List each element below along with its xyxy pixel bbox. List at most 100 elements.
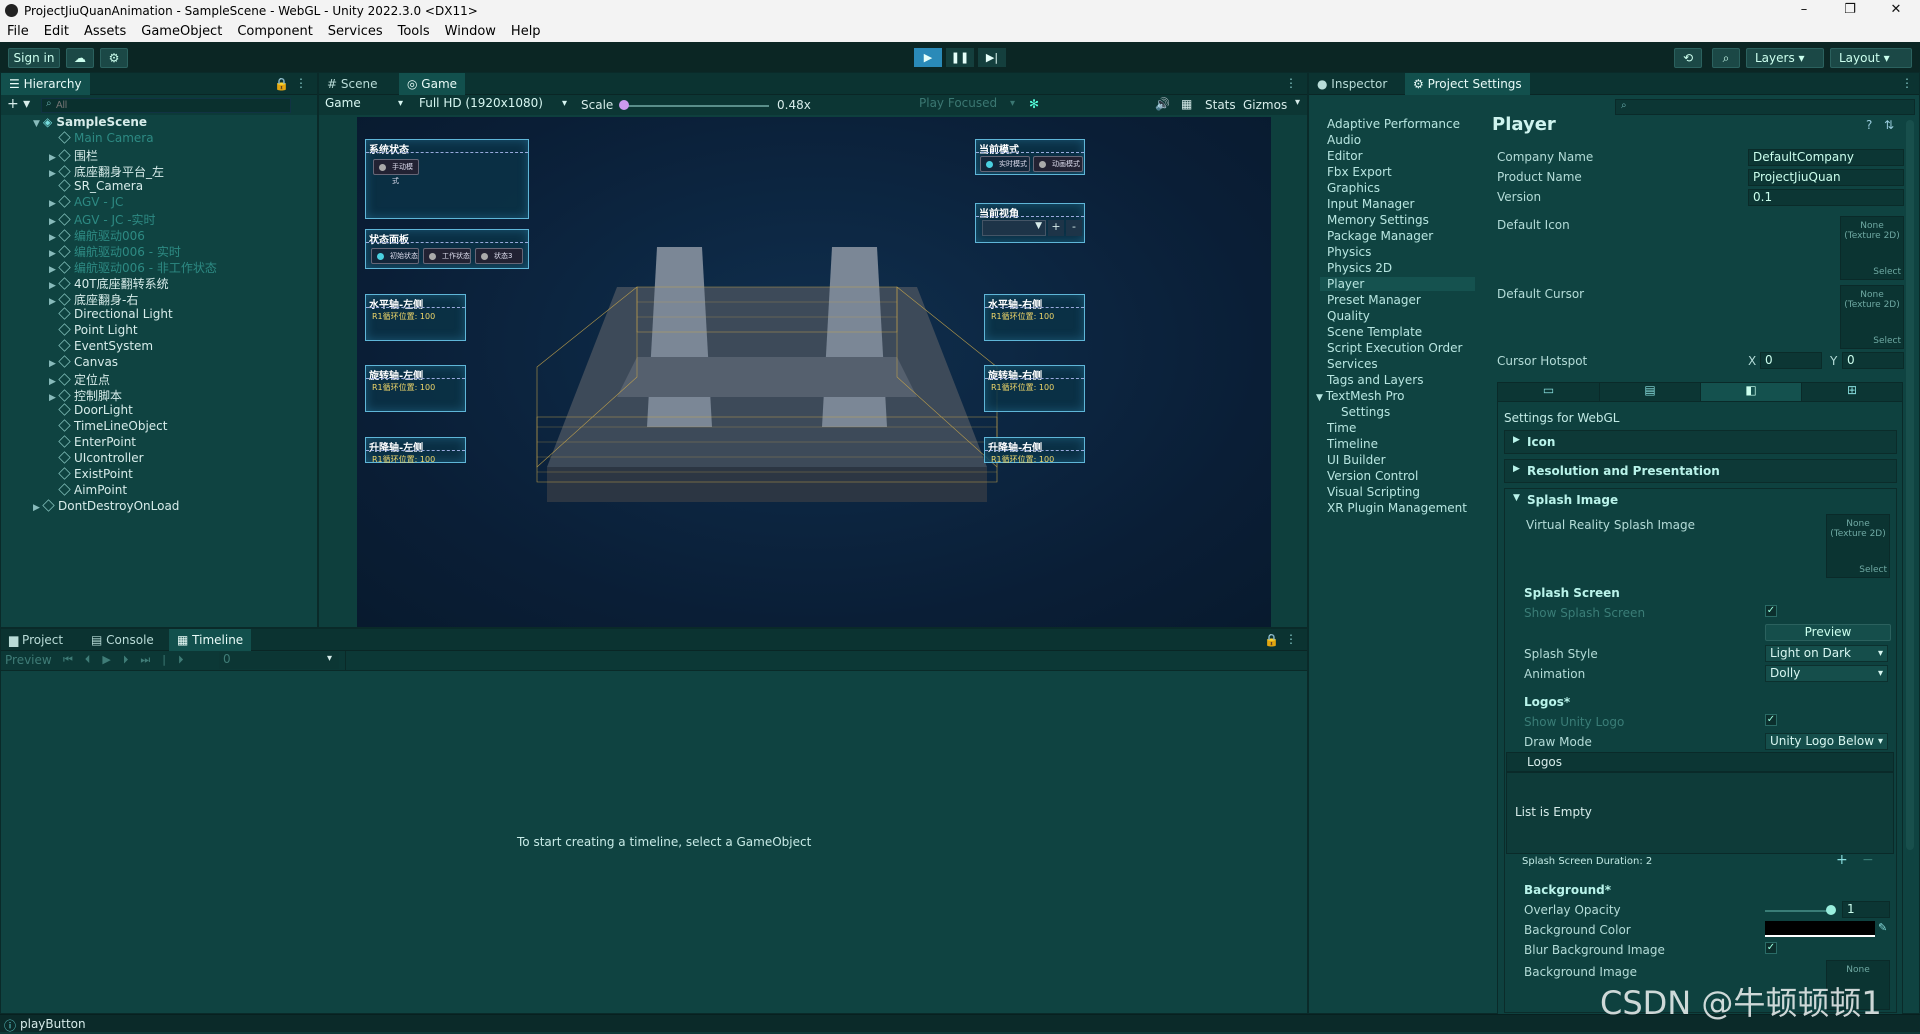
menu-edit[interactable]: Edit: [37, 22, 77, 39]
splash-style-dropdown[interactable]: Light on Dark: [1765, 645, 1888, 662]
maximize-button[interactable]: ❐: [1830, 2, 1870, 20]
preset-icon[interactable]: ⇅: [1884, 118, 1894, 132]
menu-help[interactable]: Help: [504, 22, 549, 39]
view-dropdown[interactable]: ▼: [982, 220, 1046, 236]
settings-item[interactable]: Tags and Layers: [1327, 373, 1423, 387]
platform-standalone-icon[interactable]: ▭: [1498, 383, 1599, 401]
hierarchy-item[interactable]: DoorLight: [1, 403, 317, 419]
close-button[interactable]: ✕: [1876, 2, 1916, 20]
product-name-field[interactable]: ProjectJiuQuan: [1748, 169, 1904, 186]
settings-item[interactable]: Version Control: [1327, 469, 1418, 483]
tab-project[interactable]: ▆ Project: [1, 629, 71, 651]
vr-splash-select-button[interactable]: Select: [1859, 565, 1887, 575]
inspector-scrollbar[interactable]: [1906, 120, 1914, 850]
settings-item[interactable]: Package Manager: [1327, 229, 1433, 243]
scale-slider-handle[interactable]: [619, 100, 629, 110]
tab-inspector[interactable]: ● Inspector: [1309, 73, 1395, 95]
overlay-opacity-handle[interactable]: [1826, 905, 1836, 915]
splash-preview-button[interactable]: Preview: [1765, 624, 1891, 641]
default-cursor-select-button[interactable]: Select: [1873, 336, 1901, 346]
vr-splash-slot[interactable]: None (Texture 2D) Select: [1826, 514, 1890, 578]
hierarchy-item[interactable]: ▶ DontDestroyOnLoad: [1, 499, 317, 515]
menu-file[interactable]: File: [0, 22, 37, 39]
settings-item[interactable]: Scene Template: [1327, 325, 1422, 339]
play-button[interactable]: ▶: [914, 48, 942, 67]
hierarchy-item[interactable]: EventSystem: [1, 339, 317, 355]
settings-search-input[interactable]: [1615, 99, 1915, 115]
more-icon[interactable]: ⋮: [1285, 632, 1297, 646]
hierarchy-search-input[interactable]: [41, 98, 291, 113]
settings-item[interactable]: Physics: [1327, 245, 1371, 259]
animation-dropdown[interactable]: Dolly: [1765, 665, 1888, 682]
animation-mode-button[interactable]: 动画模式: [1033, 156, 1083, 172]
default-cursor-slot[interactable]: None (Texture 2D) Select: [1840, 285, 1904, 349]
status-work-button[interactable]: 工作状态: [423, 248, 471, 264]
lock-icon[interactable]: 🔒: [1264, 633, 1279, 647]
settings-item[interactable]: Services: [1327, 357, 1378, 371]
more-icon[interactable]: ⋮: [295, 76, 307, 90]
company-name-field[interactable]: DefaultCompany: [1748, 149, 1904, 166]
settings-item[interactable]: Physics 2D: [1327, 261, 1392, 275]
more-icon[interactable]: ⋮: [1901, 76, 1913, 90]
grid-icon[interactable]: ▦: [1181, 97, 1192, 111]
settings-item[interactable]: Settings: [1341, 405, 1390, 419]
transport-icons[interactable]: ⏮⏴▶⏵⏭|⏵: [63, 653, 195, 667]
resolution-foldout[interactable]: ▶ Resolution and Presentation: [1504, 459, 1897, 483]
hierarchy-item[interactable]: ▶ 围栏: [1, 147, 317, 163]
background-color-swatch[interactable]: [1765, 921, 1875, 937]
menu-component[interactable]: Component: [230, 22, 320, 39]
hierarchy-item[interactable]: ▶ 编航驱动006 - 实时: [1, 243, 317, 259]
remove-logo-button[interactable]: −: [1862, 852, 1874, 868]
cloud-icon[interactable]: ☁: [66, 48, 94, 68]
manual-mode-button[interactable]: 手动模式: [373, 159, 419, 185]
settings-item[interactable]: Editor: [1327, 149, 1363, 163]
hierarchy-item[interactable]: ▶ 编航驱动006 - 非工作状态: [1, 259, 317, 275]
expand-arrow-icon[interactable]: ▼: [33, 119, 43, 129]
play-focused-dropdown[interactable]: Play Focused: [915, 96, 1019, 113]
frame-field[interactable]: 0: [219, 652, 339, 669]
settings-item[interactable]: Visual Scripting: [1327, 485, 1420, 499]
tab-project-settings[interactable]: ⚙ Project Settings: [1405, 73, 1530, 95]
settings-item[interactable]: ▼ TextMesh Pro: [1316, 389, 1405, 403]
status-initial-button[interactable]: 初始状态: [371, 248, 419, 264]
settings-item[interactable]: Player: [1320, 277, 1475, 291]
status-3-button[interactable]: 状态3: [475, 248, 523, 264]
hierarchy-item[interactable]: EnterPoint: [1, 435, 317, 451]
hierarchy-item[interactable]: ▶ 编航驱动006: [1, 227, 317, 243]
settings-item[interactable]: Graphics: [1327, 181, 1380, 195]
show-unity-logo-checkbox[interactable]: ✓: [1765, 714, 1777, 726]
tab-console[interactable]: ▤ Console: [83, 629, 162, 651]
hierarchy-item[interactable]: AimPoint: [1, 483, 317, 499]
settings-item[interactable]: Adaptive Performance: [1327, 117, 1460, 131]
hierarchy-item[interactable]: Directional Light: [1, 307, 317, 323]
frame-dropdown-icon[interactable]: ▾: [327, 653, 332, 664]
blur-background-checkbox[interactable]: ✓: [1765, 942, 1777, 954]
hierarchy-item[interactable]: ▶ 控制脚本: [1, 387, 317, 403]
hierarchy-item[interactable]: ▶ 定位点: [1, 371, 317, 387]
lock-icon[interactable]: 🔒: [274, 77, 289, 91]
tab-scene[interactable]: # Scene: [319, 73, 385, 95]
preview-button[interactable]: Preview: [5, 653, 52, 667]
settings-item[interactable]: Input Manager: [1327, 197, 1415, 211]
settings-item[interactable]: Memory Settings: [1327, 213, 1429, 227]
hierarchy-item[interactable]: ▶ 底座翻身平台_左: [1, 163, 317, 179]
gizmos-dropdown-icon[interactable]: ▾: [1295, 97, 1300, 108]
eyedropper-icon[interactable]: ✎: [1878, 921, 1887, 934]
minimize-button[interactable]: –: [1784, 2, 1824, 20]
collab-icon[interactable]: ⚙: [100, 48, 128, 68]
more-icon[interactable]: ⋮: [1285, 76, 1297, 90]
menu-services[interactable]: Services: [321, 22, 391, 39]
overlay-opacity-field[interactable]: 1: [1842, 901, 1890, 918]
game-viewport[interactable]: 系统状态 手动模式 状态面板 初始状态 工作状态 状态3 水平轴-左侧 R1循环位…: [357, 117, 1271, 627]
hierarchy-item[interactable]: ▶ AGV - JC -实时: [1, 211, 317, 227]
hotspot-x-field[interactable]: 0: [1760, 352, 1822, 369]
add-icon[interactable]: + ▾: [7, 96, 30, 112]
audio-icon[interactable]: 🔊: [1155, 97, 1170, 111]
platform-webgl-icon[interactable]: ◧: [1700, 383, 1801, 401]
settings-item[interactable]: Timeline: [1327, 437, 1378, 451]
scene-root[interactable]: ▼ ◈ SampleScene: [1, 115, 317, 131]
settings-item[interactable]: Audio: [1327, 133, 1361, 147]
platform-server-icon[interactable]: ▤: [1599, 383, 1700, 401]
version-field[interactable]: 0.1: [1748, 189, 1904, 206]
menu-gameobject[interactable]: GameObject: [134, 22, 230, 39]
